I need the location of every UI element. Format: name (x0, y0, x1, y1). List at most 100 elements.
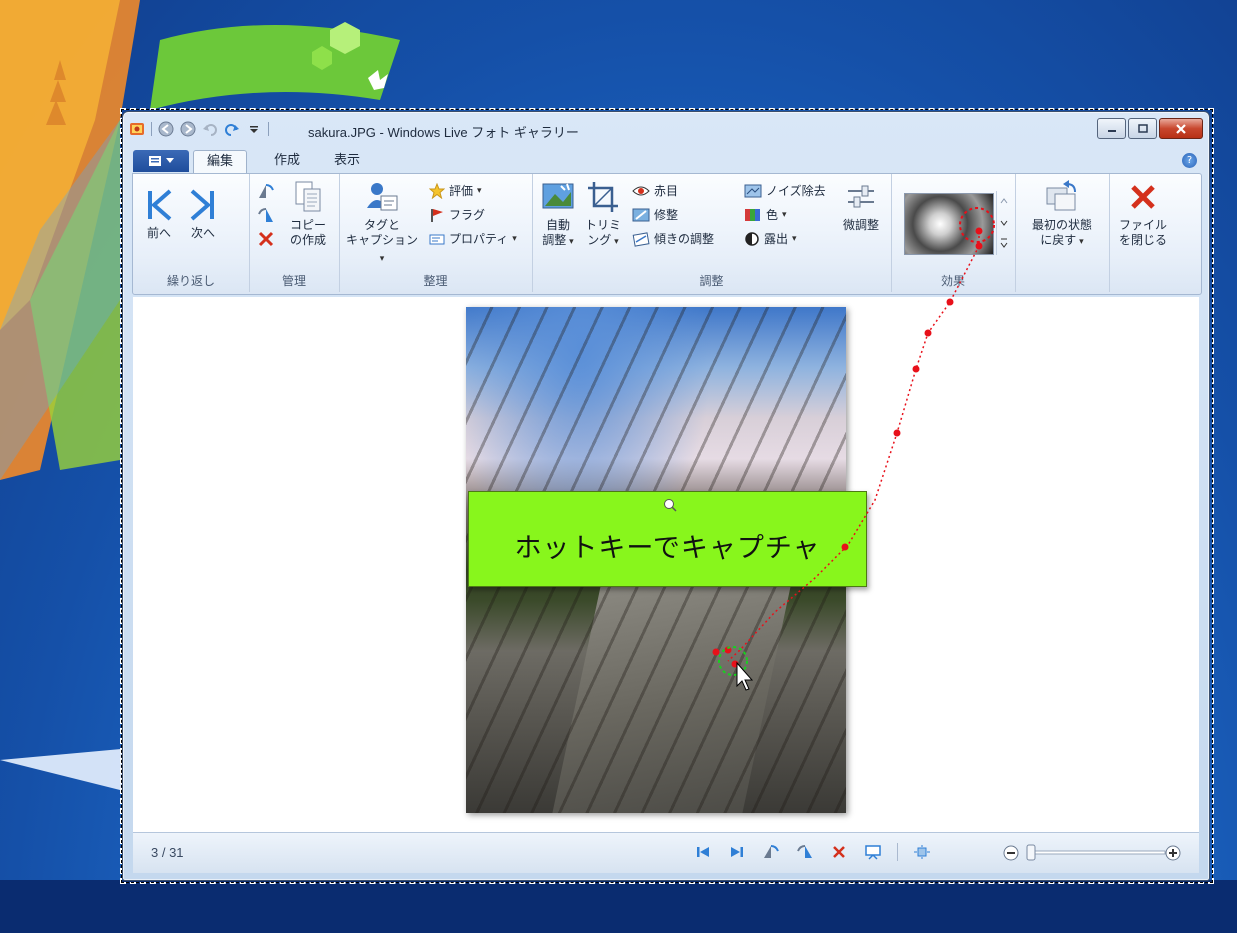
forward-arrow-icon[interactable] (180, 121, 196, 137)
delete-button[interactable] (257, 230, 275, 248)
trim-button[interactable]: トリミ ング ▾ (582, 180, 624, 250)
delete-icon (258, 231, 274, 247)
effects-gallery[interactable] (898, 189, 1016, 261)
redeye-label: 赤目 (654, 184, 679, 198)
undo-icon[interactable] (202, 121, 218, 137)
previous-icon (148, 189, 172, 221)
ribbon-tabs: 編集 作成 表示 ? (133, 150, 1199, 174)
auto-adjust-label-1: 自動 (545, 218, 570, 232)
exposure-button[interactable]: 露出 ▾ (744, 230, 797, 247)
group-label-adjust: 調整 (699, 274, 724, 288)
group-manage: コピー の作成 管理 (249, 174, 340, 292)
window-controls (1097, 118, 1203, 139)
crop-icon (588, 182, 618, 212)
rotate-left-icon (259, 184, 274, 198)
make-copy-button[interactable]: コピー の作成 (283, 180, 333, 248)
retouch-icon (632, 208, 650, 221)
photo-counter: 3 / 31 (151, 845, 184, 860)
group-label-repeat: 繰り返し (166, 274, 215, 288)
close-file-icon (1131, 185, 1155, 209)
separator (151, 122, 152, 136)
rotate-left-icon[interactable] (761, 843, 781, 861)
zoom-thumb[interactable] (1026, 844, 1036, 861)
back-arrow-icon[interactable] (158, 121, 174, 137)
copy-label-2: の作成 (289, 233, 326, 247)
retouch-button[interactable]: 修整 (632, 206, 678, 223)
rating-label: 評価 (449, 184, 474, 198)
auto-adjust-button[interactable]: 自動 調整 ▾ (538, 180, 578, 250)
eye-icon (632, 186, 650, 195)
separator (897, 843, 898, 861)
group-repeat: 前へ 次へ 繰り返し (133, 174, 250, 292)
effect-thumbnail-sepia-bw[interactable] (904, 193, 994, 255)
flag-button[interactable]: フラグ (429, 206, 485, 223)
copy-label-1: コピー (289, 218, 326, 232)
group-organize: タグと キャプション ▾ 評価 ▾ フラグ プロパティ ▾ 整理 (339, 174, 533, 292)
delete-icon[interactable] (829, 843, 849, 861)
color-icon (745, 208, 760, 221)
color-label: 色 (766, 208, 779, 222)
zoom-in-icon[interactable] (1165, 845, 1181, 861)
next-icon[interactable] (727, 843, 747, 861)
minimize-button[interactable] (1097, 118, 1126, 139)
application-menu-button[interactable] (133, 150, 189, 172)
flag-label: フラグ (449, 208, 486, 222)
maximize-button[interactable] (1128, 118, 1157, 139)
rotate-right-icon (258, 208, 273, 222)
gallery-scroll[interactable] (996, 191, 1011, 255)
rotate-right-button[interactable] (257, 206, 275, 224)
tags-label-1: タグと (363, 218, 400, 232)
close-window-button[interactable] (1159, 118, 1203, 139)
pin-icon (664, 499, 677, 512)
first-previous-icon[interactable] (693, 843, 713, 861)
customize-toolbar-dropdown-icon[interactable] (246, 121, 262, 137)
tab-view[interactable]: 表示 (321, 150, 373, 172)
app-icon[interactable] (129, 121, 145, 137)
title-bar[interactable]: sakura.JPG - Windows Live フォト ギャラリー (123, 112, 1209, 146)
zoom-slider[interactable] (1003, 844, 1181, 862)
revert-icon (1046, 180, 1076, 211)
trim-label-2: ング ▾ (587, 233, 619, 247)
revert-label-2: に戻す ▾ (1040, 233, 1084, 247)
group-close: ファイル を閉じる (1109, 174, 1177, 292)
tags-label-2: キャプション ▾ (345, 233, 418, 264)
slideshow-icon[interactable] (863, 843, 883, 861)
redo-icon[interactable] (224, 121, 240, 137)
zoom-out-icon[interactable] (1003, 845, 1019, 861)
properties-button[interactable]: プロパティ ▾ (429, 230, 517, 247)
straighten-label: 傾きの調整 (654, 232, 715, 246)
hotkey-capture-callout: ホットキーでキャプチャ (468, 491, 867, 587)
navigation-toolbar (693, 843, 932, 861)
auto-adjust-icon (542, 183, 574, 209)
tags-captions-button[interactable]: タグと キャプション ▾ (343, 180, 421, 267)
quick-access-toolbar (129, 121, 269, 137)
help-icon[interactable]: ? (1182, 153, 1197, 168)
tags-captions-icon (367, 183, 398, 211)
previous-button[interactable]: 前へ (139, 188, 179, 241)
close-file-label-1: ファイル (1118, 218, 1167, 232)
fine-tune-label: 微調整 (842, 218, 879, 232)
group-revert: 最初の状態 に戻す ▾ (1015, 174, 1110, 292)
revert-to-original-button[interactable]: 最初の状態 に戻す ▾ (1019, 180, 1105, 250)
close-file-button[interactable]: ファイル を閉じる (1113, 180, 1173, 248)
tab-create[interactable]: 作成 (261, 150, 313, 172)
straighten-button[interactable]: 傾きの調整 (632, 230, 714, 247)
next-button[interactable]: 次へ (183, 188, 223, 241)
tab-edit[interactable]: 編集 (193, 150, 248, 174)
properties-label: プロパティ (449, 232, 509, 246)
window-title: sakura.JPG - Windows Live フォト ギャラリー (308, 125, 579, 140)
properties-icon (429, 234, 445, 244)
redeye-button[interactable]: 赤目 (632, 182, 678, 199)
next-icon (190, 189, 214, 221)
taskbar-strip (0, 880, 1237, 933)
rotate-left-button[interactable] (257, 182, 275, 200)
rotate-right-icon[interactable] (795, 843, 815, 861)
exposure-icon (745, 231, 759, 246)
color-button[interactable]: 色 ▾ (744, 206, 787, 223)
actual-size-icon[interactable] (912, 843, 932, 861)
rating-button[interactable]: 評価 ▾ (429, 182, 482, 199)
copy-icon (295, 181, 321, 212)
noise-reduction-button[interactable]: ノイズ除去 (744, 182, 826, 199)
next-label: 次へ (190, 226, 215, 240)
fine-tune-button[interactable]: 微調整 (836, 180, 886, 233)
